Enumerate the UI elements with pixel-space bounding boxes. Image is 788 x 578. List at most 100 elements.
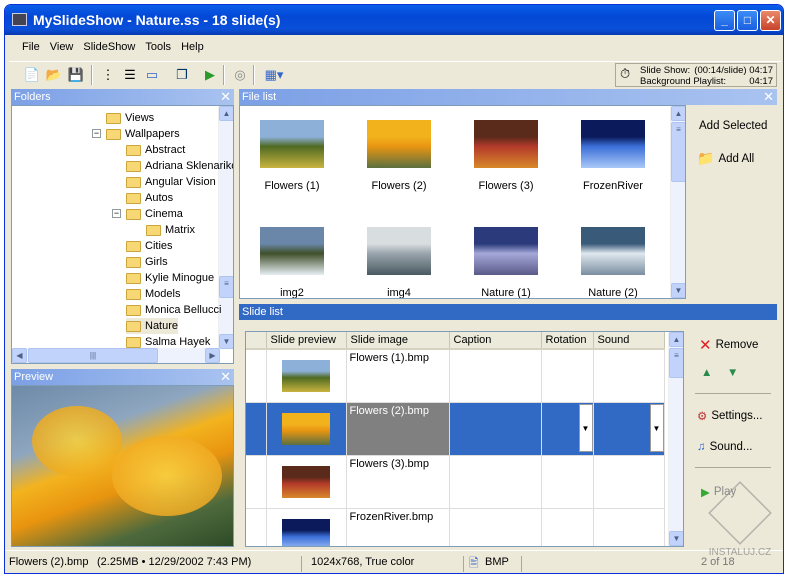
tree-item-autos[interactable]: Autos [126,190,173,206]
caption-cell[interactable] [449,349,542,403]
scroll-left-arrow[interactable]: ◀ [12,348,27,363]
scroll-down-arrow[interactable]: ▼ [671,283,685,298]
tree-item-salma-hayek[interactable]: Salma Hayek [126,334,210,350]
remove-button[interactable]: ✕ Remove [699,336,758,354]
file-thumbnail[interactable] [474,227,538,275]
menu-file[interactable]: File [17,38,45,58]
scroll-up-arrow[interactable]: ▲ [669,332,683,347]
tree-item-views[interactable]: Views [106,110,154,126]
file-thumbnail[interactable] [260,227,324,275]
list-view-icon[interactable]: ☰ [121,66,139,84]
file-thumbnail[interactable] [474,120,538,168]
caption-cell[interactable] [449,402,542,456]
scroll-down-arrow[interactable]: ▼ [669,531,683,546]
rotation-cell[interactable] [541,455,594,509]
file-thumbnail[interactable] [260,120,324,168]
tree-item-matrix[interactable]: Matrix [146,222,195,238]
file-thumbnail[interactable] [581,120,645,168]
sound-cell[interactable] [593,349,665,403]
scroll-up-arrow[interactable]: ▲ [219,106,233,121]
file-name[interactable]: Flowers (1) [240,180,347,192]
tree-item-angular-vision[interactable]: Angular Vision [126,174,216,190]
sound-cell[interactable] [593,455,665,509]
tree-item-monica-bellucci[interactable]: Monica Bellucci [126,302,221,318]
sound-button[interactable]: ♫ Sound... [697,441,752,453]
file-thumbnail[interactable] [581,227,645,275]
column-header-slide-image[interactable]: Slide image [346,332,450,350]
file-name[interactable]: FrozenRiver [558,180,668,192]
rotation-cell[interactable]: ▼ [541,402,594,456]
file-thumbnail[interactable] [367,227,431,275]
tree-item-girls[interactable]: Girls [126,254,168,270]
table-row[interactable]: FrozenRiver.bmp [246,508,665,546]
play-icon[interactable]: ▶ [201,66,219,84]
close-filelist-icon[interactable]: ✕ [763,89,774,105]
file-name[interactable]: Flowers (2) [344,180,454,192]
tree-horizontal-scrollbar[interactable]: ◀ ||| ▶ [12,348,220,363]
scroll-right-arrow[interactable]: ▶ [205,348,220,363]
file-name[interactable]: Nature (2) [558,287,668,298]
folders-view-icon[interactable]: ⋮ [99,66,117,84]
rotation-cell[interactable] [541,349,594,403]
table-row[interactable]: Flowers (1).bmp [246,349,665,403]
open-folder-icon[interactable]: 📂 [45,66,63,84]
sound-cell[interactable] [593,508,665,546]
rotation-cell[interactable] [541,508,594,546]
add-all-button[interactable]: 📁 Add All [697,150,754,167]
dropdown-arrow-icon[interactable]: ▼ [649,404,664,452]
sound-cell[interactable]: ▼ [593,402,665,456]
file-name[interactable]: Nature (1) [451,287,561,298]
scroll-up-arrow[interactable]: ▲ [671,106,685,121]
window-icon[interactable]: ❐ [173,66,191,84]
settings-button[interactable]: ⚙ Settings... [697,409,762,423]
menu-slideshow[interactable]: SlideShow [78,38,140,58]
scroll-thumb[interactable]: ≡ [669,348,683,378]
minimize-button[interactable]: _ [714,10,735,31]
file-list[interactable]: ▲ ≡ ▼ Flowers (1) Flowers (2) Flowers (3) F… [239,105,686,299]
close-folders-icon[interactable]: ✕ [220,89,231,105]
move-down-icon[interactable]: ▼ [727,367,738,379]
tree-item-wallpapers[interactable]: − Wallpapers [92,126,180,142]
maximize-button[interactable]: □ [737,10,758,31]
caption-cell[interactable] [449,455,542,509]
table-row[interactable]: Flowers (2).bmp ▼ ▼ [246,402,665,456]
folder-tree[interactable]: ▲ ≡ ▼ ◀ ||| ▶ Views − Wallpapers Abstract Ad… [11,105,234,364]
cd-icon[interactable]: ◎ [231,66,249,84]
column-header-rotation[interactable]: Rotation [541,332,594,350]
file-name[interactable]: img2 [240,287,347,298]
filelist-scrollbar[interactable]: ▲ ≡ ▼ [670,106,685,298]
file-thumbnail[interactable] [367,120,431,168]
collapse-toggle-icon[interactable]: − [112,209,121,218]
tree-item-cinema[interactable]: − Cinema [112,206,183,222]
caption-cell[interactable] [449,508,542,546]
hscroll-thumb[interactable]: ||| [28,348,158,363]
file-name[interactable]: img4 [344,287,454,298]
grid-dropdown-icon[interactable]: ▦▾ [261,66,287,84]
file-name[interactable]: Flowers (3) [451,180,561,192]
slidelist-scrollbar[interactable]: ▲ ≡ ▼ [668,332,683,546]
scroll-down-arrow[interactable]: ▼ [219,334,233,349]
close-button[interactable]: ✕ [760,10,781,31]
tree-item-kylie-minogue[interactable]: Kylie Minogue [126,270,214,286]
scroll-thumb[interactable]: ≡ [219,276,233,298]
new-icon[interactable]: 📄 [23,66,41,84]
dropdown-arrow-icon[interactable]: ▼ [578,404,593,452]
tree-item-cities[interactable]: Cities [126,238,173,254]
column-header-slide-preview[interactable]: Slide preview [266,332,347,350]
menu-help[interactable]: Help [176,38,209,58]
column-header-sound[interactable]: Sound [593,332,665,350]
move-up-icon[interactable]: ▲ [701,367,712,379]
menu-tools[interactable]: Tools [140,38,176,58]
preview-view-icon[interactable]: ▭ [143,66,161,84]
menu-view[interactable]: View [45,38,79,58]
tree-item-abstract[interactable]: Abstract [126,142,185,158]
table-row[interactable]: Flowers (3).bmp [246,455,665,509]
close-preview-icon[interactable]: ✕ [220,369,231,385]
collapse-toggle-icon[interactable]: − [92,129,101,138]
tree-item-models[interactable]: Models [126,286,180,302]
scroll-thumb[interactable]: ≡ [671,122,685,182]
save-icon[interactable]: 💾 [67,66,85,84]
tree-item-adriana-sklenarikova[interactable]: Adriana Sklenarikova [126,158,233,174]
column-header-caption[interactable]: Caption [449,332,542,350]
add-selected-button[interactable]: Add Selected [699,120,767,132]
